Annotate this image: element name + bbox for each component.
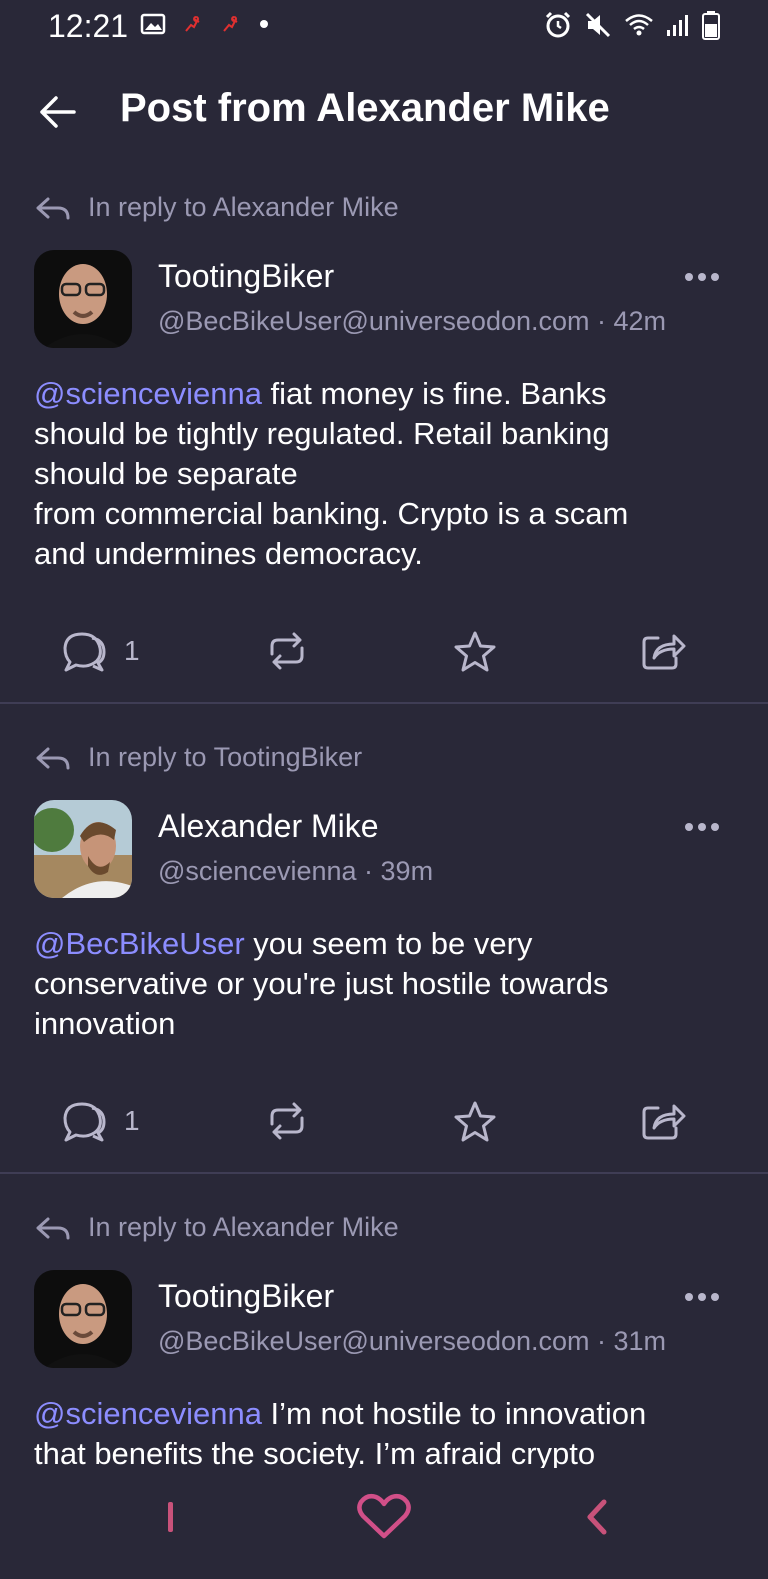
post-actions: 1: [0, 630, 768, 680]
post-actions: 1: [0, 1100, 768, 1150]
avatar[interactable]: [34, 1270, 132, 1368]
star-icon: [454, 631, 496, 672]
comment-icon: [63, 1102, 106, 1142]
mention-link[interactable]: @BecBikeUser: [34, 926, 245, 961]
share-icon: [642, 634, 686, 670]
reply-button[interactable]: 1: [62, 630, 140, 672]
system-nav-bar: [0, 1468, 768, 1579]
favourite-button[interactable]: [452, 1100, 498, 1144]
dot-icon: [260, 20, 268, 28]
post-time: 31m: [613, 1326, 667, 1356]
gallery-icon: [140, 13, 166, 35]
post-content: @sciencevienna I’m not hostile to innova…: [34, 1394, 734, 1474]
author-name[interactable]: Alexander Mike: [158, 808, 379, 845]
content-line: @BecBikeUser you seem to be very: [34, 926, 533, 961]
reply-count: 1: [124, 635, 140, 666]
share-button[interactable]: [640, 1100, 686, 1142]
boost-icon: [270, 1102, 304, 1140]
post-content: @BecBikeUser you seem to be very conserv…: [34, 924, 734, 1044]
mention-link[interactable]: @sciencevienna: [34, 1396, 262, 1431]
comment-icon: [63, 632, 106, 672]
reply-arrow-icon: [36, 197, 70, 219]
author-handle: @sciencevienna: [158, 856, 357, 886]
recents-icon[interactable]: [164, 1500, 178, 1534]
runner-icon: [185, 16, 200, 32]
author-name[interactable]: TootingBiker: [158, 1278, 334, 1315]
author-handle: @BecBikeUser@universeodon.com: [158, 1326, 590, 1356]
reply-button[interactable]: 1: [62, 1100, 140, 1142]
author-handle-line: @BecBikeUser@universeodon.com · 31m: [158, 1326, 666, 1357]
post-divider: [0, 702, 768, 704]
more-options-icon[interactable]: [684, 822, 720, 832]
post-content: @sciencevienna fiat money is fine. Banks…: [34, 374, 734, 574]
boost-button[interactable]: [264, 1100, 310, 1142]
reply-indicator: In reply to TootingBiker: [34, 742, 362, 773]
avatar-alexander-image: [34, 800, 132, 898]
content-line: should be separate: [34, 456, 298, 491]
reply-indicator: In reply to Alexander Mike: [34, 192, 399, 223]
mention-link[interactable]: @sciencevienna: [34, 376, 262, 411]
back-chevron-icon[interactable]: [584, 1498, 610, 1536]
page-title: Post from Alexander Mike: [120, 86, 610, 130]
avatar[interactable]: [34, 250, 132, 348]
content-line: @sciencevienna I’m not hostile to innova…: [34, 1396, 647, 1431]
content-line: from commercial banking. Crypto is a sca…: [34, 496, 629, 531]
post-time: 39m: [380, 856, 434, 886]
wifi-icon: [625, 14, 653, 36]
content-line: should be tightly regulated. Retail bank…: [34, 416, 610, 451]
author-handle-line: @sciencevienna · 39m: [158, 856, 433, 887]
avatar[interactable]: [34, 800, 132, 898]
author-handle: @BecBikeUser@universeodon.com: [158, 306, 590, 336]
share-button[interactable]: [640, 630, 686, 672]
handle-separator: ·: [589, 1326, 614, 1356]
battery-icon: [702, 11, 720, 40]
handle-separator: ·: [589, 306, 614, 336]
runner-icon: [223, 16, 238, 32]
author-name[interactable]: TootingBiker: [158, 258, 334, 295]
home-heart-icon[interactable]: [355, 1492, 413, 1542]
boost-button[interactable]: [264, 630, 310, 672]
content-line: @sciencevienna fiat money is fine. Banks: [34, 376, 607, 411]
status-time: 12:21: [48, 8, 129, 44]
content-line: and undermines democracy.: [34, 536, 423, 571]
reply-to-label: In reply to TootingBiker: [88, 742, 363, 772]
app-header: Post from Alexander Mike: [0, 60, 768, 170]
reply-arrow-icon: [36, 1217, 70, 1239]
arrow-left-icon[interactable]: [34, 88, 82, 136]
reply-to-label: In reply to Alexander Mike: [88, 1212, 399, 1242]
boost-icon: [270, 632, 304, 670]
post-time: 42m: [613, 306, 667, 336]
avatar-tootingbiker-image: [34, 1270, 132, 1368]
status-bar: 12:21: [0, 0, 768, 52]
content-line: innovation: [34, 1006, 176, 1041]
content-line: conservative or you're just hostile towa…: [34, 966, 609, 1001]
more-options-icon[interactable]: [684, 272, 720, 282]
reply-to-label: In reply to Alexander Mike: [88, 192, 399, 222]
alarm-icon: [545, 11, 571, 38]
post-divider: [0, 1172, 768, 1174]
mute-icon: [585, 12, 611, 38]
reply-count: 1: [124, 1105, 140, 1136]
star-icon: [454, 1101, 496, 1142]
avatar-tootingbiker-image: [34, 250, 132, 348]
reply-indicator: In reply to Alexander Mike: [34, 1212, 399, 1243]
more-options-icon[interactable]: [684, 1292, 720, 1302]
reply-arrow-icon: [36, 747, 70, 769]
handle-separator: ·: [356, 856, 381, 886]
author-handle-line: @BecBikeUser@universeodon.com · 42m: [158, 306, 666, 337]
favourite-button[interactable]: [452, 630, 498, 674]
signal-icon: [667, 15, 688, 36]
share-icon: [642, 1104, 686, 1140]
